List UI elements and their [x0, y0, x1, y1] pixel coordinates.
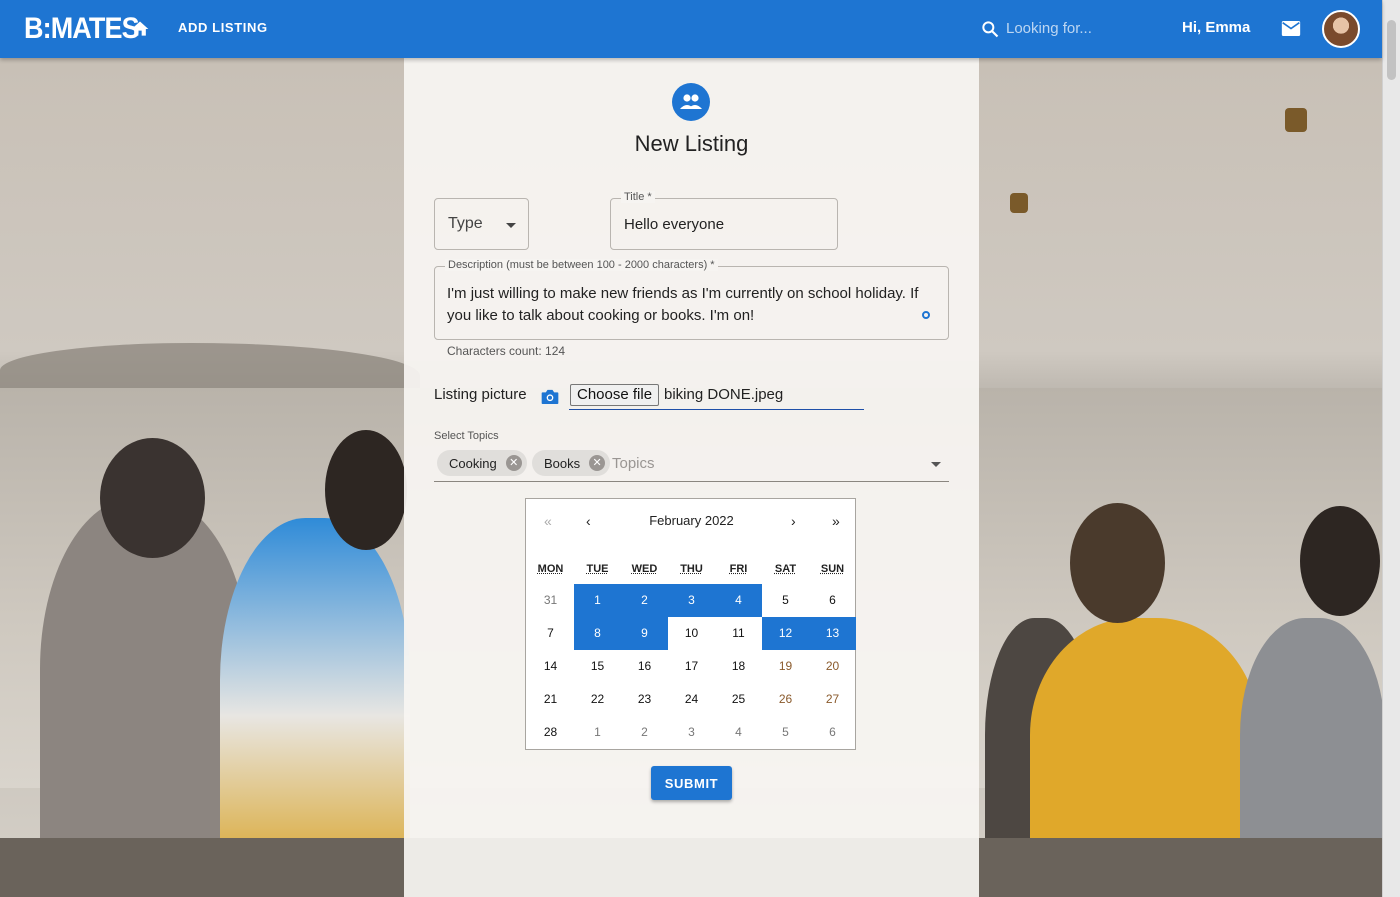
home-icon[interactable]: [130, 19, 150, 39]
calendar-day[interactable]: 20: [809, 650, 856, 683]
new-listing-panel: New Listing Type Title * Hello everyone …: [404, 58, 979, 897]
calendar-day[interactable]: 14: [527, 650, 574, 683]
camera-icon[interactable]: [540, 388, 560, 405]
calendar-day[interactable]: 11: [715, 617, 762, 650]
calendar-next-button[interactable]: ›: [791, 513, 796, 529]
calendar-day[interactable]: 1: [574, 584, 621, 617]
calendar-day[interactable]: 19: [762, 650, 809, 683]
calendar-day[interactable]: 4: [715, 584, 762, 617]
textarea-resize-icon[interactable]: [922, 311, 930, 319]
calendar-day[interactable]: 22: [574, 683, 621, 716]
calendar-day[interactable]: 27: [809, 683, 856, 716]
title-field-value: Hello everyone: [624, 216, 725, 233]
calendar-day[interactable]: 13: [809, 617, 856, 650]
mail-icon[interactable]: [1281, 20, 1301, 37]
calendar-day[interactable]: 5: [762, 584, 809, 617]
title-field[interactable]: Title * Hello everyone: [610, 191, 838, 250]
calendar-day[interactable]: 12: [762, 617, 809, 650]
brand-logo[interactable]: B:MATES: [24, 12, 140, 46]
characters-count: Characters count: 124: [447, 344, 566, 358]
description-field-label: Description (must be between 100 - 2000 …: [445, 259, 718, 271]
calendar-day[interactable]: 2: [621, 584, 668, 617]
submit-button[interactable]: SUBMIT: [651, 766, 732, 800]
type-select-label: Type: [448, 215, 483, 232]
calendar-day[interactable]: 3: [668, 584, 715, 617]
person-head: [1070, 503, 1165, 623]
calendar-weekday-header: SAT: [774, 563, 797, 575]
choose-file-button[interactable]: Choose file: [570, 384, 660, 406]
calendar-day[interactable]: 31: [527, 584, 574, 617]
calendar-day[interactable]: 7: [527, 617, 574, 650]
topics-autocomplete[interactable]: Cooking ✕ Books ✕ Topics: [434, 448, 949, 482]
calendar-weekday-header: SUN: [820, 563, 845, 575]
calendar-day[interactable]: 6: [809, 716, 856, 749]
topics-input[interactable]: Topics: [612, 455, 655, 472]
group-icon: [672, 83, 710, 121]
calendar-last-button[interactable]: »: [832, 513, 840, 529]
description-field[interactable]: Description (must be between 100 - 2000 …: [434, 259, 949, 340]
search-input[interactable]: [1006, 16, 1156, 40]
topic-chip: Books ✕: [532, 450, 611, 476]
calendar-day[interactable]: 3: [668, 716, 715, 749]
calendar-day[interactable]: 17: [668, 650, 715, 683]
cable-car: [1285, 108, 1307, 132]
person-head: [325, 430, 407, 550]
description-field-value: I'm just willing to make new friends as …: [447, 285, 919, 324]
calendar-day[interactable]: 6: [809, 584, 856, 617]
calendar-day[interactable]: 9: [621, 617, 668, 650]
type-select[interactable]: Type: [434, 198, 529, 250]
title-field-label: Title *: [621, 191, 655, 203]
date-picker-calendar: « ‹ February 2022 › » MON TUE WED THU FRI SAT…: [525, 498, 856, 750]
search-icon[interactable]: [980, 19, 1000, 39]
cable-car: [1010, 193, 1028, 213]
calendar-day[interactable]: 25: [715, 683, 762, 716]
file-input[interactable]: Choose file biking DONE.jpeg: [569, 384, 864, 410]
chevron-down-icon: [506, 223, 516, 228]
calendar-day[interactable]: 4: [715, 716, 762, 749]
calendar-day[interactable]: 23: [621, 683, 668, 716]
calendar-day[interactable]: 1: [574, 716, 621, 749]
calendar-day[interactable]: 21: [527, 683, 574, 716]
scrollbar-thumb[interactable]: [1387, 20, 1396, 80]
chevron-down-icon[interactable]: [931, 462, 941, 467]
selected-file-name: biking DONE.jpeg: [664, 386, 784, 403]
top-app-bar: B:MATES ADD LISTING Hi, Emma: [0, 0, 1382, 58]
topic-chip: Cooking ✕: [437, 450, 527, 476]
page-title: New Listing: [634, 131, 749, 156]
calendar-weekday-header: TUE: [586, 563, 609, 575]
close-icon[interactable]: ✕: [589, 455, 606, 471]
calendar-day[interactable]: 2: [621, 716, 668, 749]
person-head: [1300, 506, 1380, 616]
user-greeting: Hi, Emma: [1182, 19, 1251, 36]
calendar-weekday-header: MON: [537, 563, 564, 575]
listing-picture-label: Listing picture: [434, 386, 527, 403]
user-avatar[interactable]: [1322, 10, 1360, 48]
topics-label: Select Topics: [434, 430, 499, 442]
calendar-month: February 2022: [649, 513, 734, 528]
calendar-day[interactable]: 10: [668, 617, 715, 650]
topic-chip-label: Books: [544, 456, 581, 471]
calendar-day[interactable]: 24: [668, 683, 715, 716]
calendar-day[interactable]: 15: [574, 650, 621, 683]
calendar-day[interactable]: 16: [621, 650, 668, 683]
calendar-weekday-header: WED: [631, 563, 658, 575]
add-listing-link[interactable]: ADD LISTING: [178, 20, 268, 35]
close-icon[interactable]: ✕: [505, 455, 522, 471]
calendar-day[interactable]: 26: [762, 683, 809, 716]
calendar-day[interactable]: 18: [715, 650, 762, 683]
calendar-day[interactable]: 28: [527, 716, 574, 749]
person-head: [100, 438, 205, 558]
person-left-2: [220, 518, 410, 878]
calendar-weekday-header: FRI: [729, 563, 748, 575]
calendar-day[interactable]: 5: [762, 716, 809, 749]
page-scrollbar[interactable]: [1382, 0, 1400, 897]
topic-chip-label: Cooking: [449, 456, 497, 471]
calendar-weekday-header: THU: [680, 563, 703, 575]
calendar-day[interactable]: 8: [574, 617, 621, 650]
